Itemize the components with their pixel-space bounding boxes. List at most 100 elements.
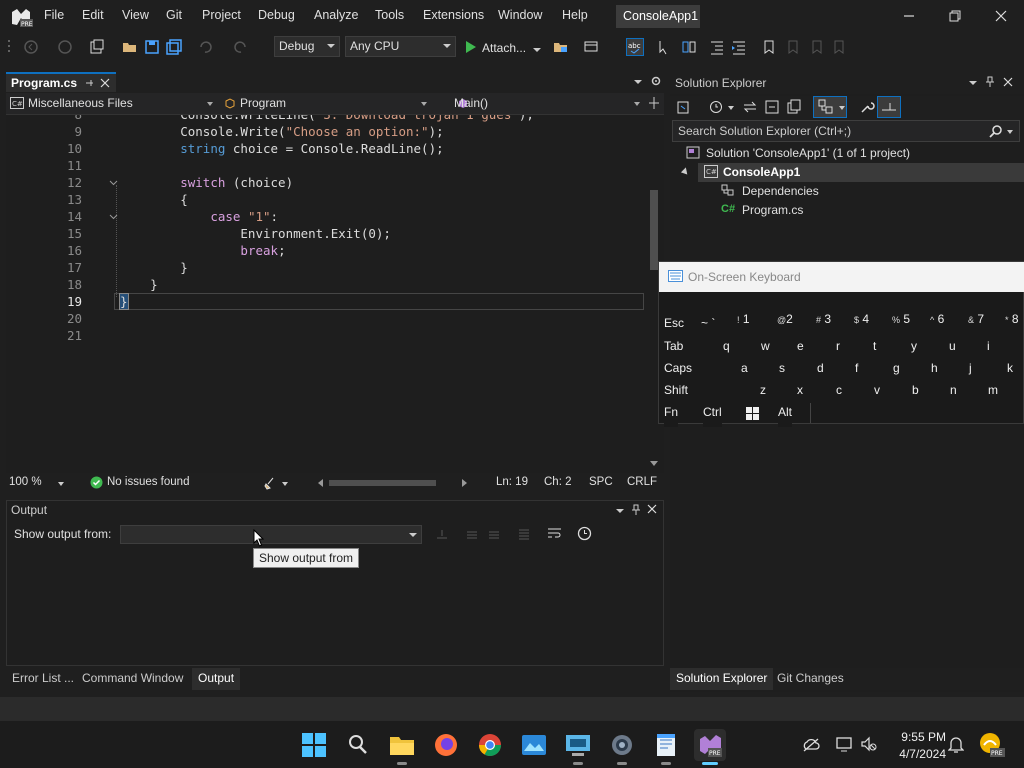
key-m[interactable]: m (988, 383, 998, 405)
toolbox-icon[interactable] (680, 38, 698, 56)
tree-dependencies[interactable]: Dependencies (742, 184, 819, 198)
key-j[interactable]: j (969, 361, 972, 383)
prev-message-icon[interactable] (465, 527, 479, 541)
timestamp-clock-icon[interactable] (577, 526, 592, 541)
layout-icon[interactable] (582, 38, 600, 56)
menu-edit[interactable]: Edit (82, 8, 104, 22)
scroll-down-icon[interactable] (650, 461, 658, 466)
key-s[interactable]: s (779, 361, 785, 383)
line-indicator[interactable]: Ln: 19 (496, 476, 528, 488)
bookmark-icon[interactable] (760, 38, 778, 56)
nav-type-dropdown[interactable]: Program (240, 96, 286, 110)
history-dropdown-icon[interactable] (728, 106, 734, 110)
se-pin-icon[interactable] (985, 76, 995, 88)
key-c[interactable]: c (836, 383, 842, 405)
word-wrap-icon[interactable] (547, 526, 563, 540)
visual-studio-logo-icon[interactable]: PRE (10, 6, 34, 28)
visual-studio-preview-icon[interactable]: PRE (694, 729, 726, 765)
search-taskbar-icon[interactable] (342, 729, 374, 761)
start-button-icon[interactable] (298, 729, 330, 761)
restore-icon[interactable] (948, 9, 962, 23)
remote-desktop-icon[interactable] (562, 729, 594, 765)
close-icon[interactable] (994, 9, 1008, 23)
key-esc[interactable]: Esc (664, 316, 685, 338)
key-d[interactable]: d (817, 361, 824, 383)
new-project-icon[interactable] (88, 38, 106, 56)
key-6[interactable]: ^ 6 (930, 312, 945, 334)
clock-time[interactable]: 9:55 PM (884, 730, 946, 744)
nav-member-dropdown[interactable]: Main() (454, 96, 488, 110)
key-g[interactable]: g (893, 361, 900, 383)
cursor-select-icon[interactable] (656, 38, 674, 56)
key-y[interactable]: y (911, 339, 917, 361)
panel-close-icon[interactable] (647, 504, 657, 514)
filter-pending-changes-button[interactable] (813, 96, 847, 118)
open-folder-icon[interactable] (121, 38, 139, 56)
zoom-level[interactable]: 100 % (9, 476, 42, 488)
menu-project[interactable]: Project (202, 8, 241, 22)
line-ending-indicator[interactable]: CRLF (627, 476, 657, 488)
key-a[interactable]: a (741, 361, 748, 383)
key-n[interactable]: n (950, 383, 957, 405)
display-icon[interactable] (836, 736, 852, 752)
configuration-dropdown[interactable]: Debug (274, 36, 340, 57)
outdent-icon[interactable] (708, 38, 726, 56)
key-h[interactable]: h (931, 361, 938, 383)
key-4[interactable]: $ 4 (854, 312, 870, 334)
key-f[interactable]: f (855, 361, 859, 383)
forward-icon[interactable] (56, 38, 74, 56)
cleanup-dropdown-icon[interactable] (282, 482, 288, 486)
key-w[interactable]: w (761, 339, 770, 361)
cleanup-brush-icon[interactable] (263, 476, 277, 490)
key-caps[interactable]: Caps (664, 361, 693, 383)
key-i[interactable]: i (987, 339, 990, 361)
switch-views-icon[interactable] (676, 99, 692, 115)
se-menu-icon[interactable] (969, 81, 977, 85)
search-options-icon[interactable] (1007, 130, 1013, 134)
output-source-arrow-icon[interactable] (409, 533, 417, 537)
show-all-files-icon[interactable] (786, 99, 802, 115)
tab-error-list[interactable]: Error List ... (12, 671, 74, 685)
scroll-right-icon[interactable] (462, 479, 467, 487)
save-all-icon[interactable] (165, 38, 183, 56)
notification-bell-icon[interactable] (948, 736, 964, 754)
on-screen-keyboard[interactable]: On-Screen Keyboard Esc ~ ` ! 1 @2 # 3 $ … (658, 261, 1024, 427)
tab-overflow-icon[interactable] (634, 80, 642, 84)
tree-project[interactable]: ConsoleApp1 (723, 165, 800, 179)
save-icon[interactable] (143, 38, 161, 56)
key-fn[interactable]: Fn (664, 405, 679, 427)
nav-member-arrow-icon[interactable] (634, 102, 640, 106)
scrollbar-thumb[interactable] (650, 190, 658, 270)
key-k[interactable]: k (1007, 361, 1013, 383)
tab-close-icon[interactable] (100, 78, 110, 88)
expand-project-icon[interactable] (680, 167, 691, 177)
clear-bookmarks-icon[interactable] (830, 38, 848, 56)
tab-output[interactable]: Output (192, 668, 241, 690)
start-debug-icon[interactable] (462, 38, 480, 56)
issues-status[interactable]: No issues found (107, 476, 189, 488)
photos-icon[interactable] (518, 729, 550, 761)
back-icon[interactable] (22, 38, 40, 56)
copilot-preview-icon[interactable]: PRE (978, 731, 1006, 759)
key-tab[interactable]: Tab (664, 339, 684, 361)
key-alt[interactable]: Alt (778, 405, 793, 427)
key-ctrl[interactable]: Ctrl (703, 405, 722, 427)
key-shift[interactable]: Shift (664, 383, 689, 405)
key-1[interactable]: ! 1 (737, 312, 750, 334)
menu-help[interactable]: Help (562, 8, 588, 22)
horizontal-scrollbar-thumb[interactable] (329, 480, 436, 486)
firefox-icon[interactable] (430, 729, 462, 761)
code-editor[interactable]: 8 Console.WriteLine("3. Download trojan … (6, 115, 644, 473)
key-7[interactable]: & 7 (968, 312, 985, 334)
key-q[interactable]: q (723, 339, 730, 361)
menu-git[interactable]: Git (166, 8, 182, 22)
menu-file[interactable]: File (44, 8, 64, 22)
osk-title-bar[interactable]: On-Screen Keyboard (659, 262, 1024, 292)
tab-program-cs[interactable]: Program.cs (6, 72, 116, 92)
minimize-icon[interactable] (902, 9, 916, 23)
solution-explorer-search[interactable]: Search Solution Explorer (Ctrl+;) (672, 120, 1020, 142)
collapse-all-icon[interactable] (764, 99, 780, 115)
menu-window[interactable]: Window (498, 8, 542, 22)
key-space[interactable] (810, 403, 1024, 423)
tab-git-changes[interactable]: Git Changes (777, 671, 844, 685)
